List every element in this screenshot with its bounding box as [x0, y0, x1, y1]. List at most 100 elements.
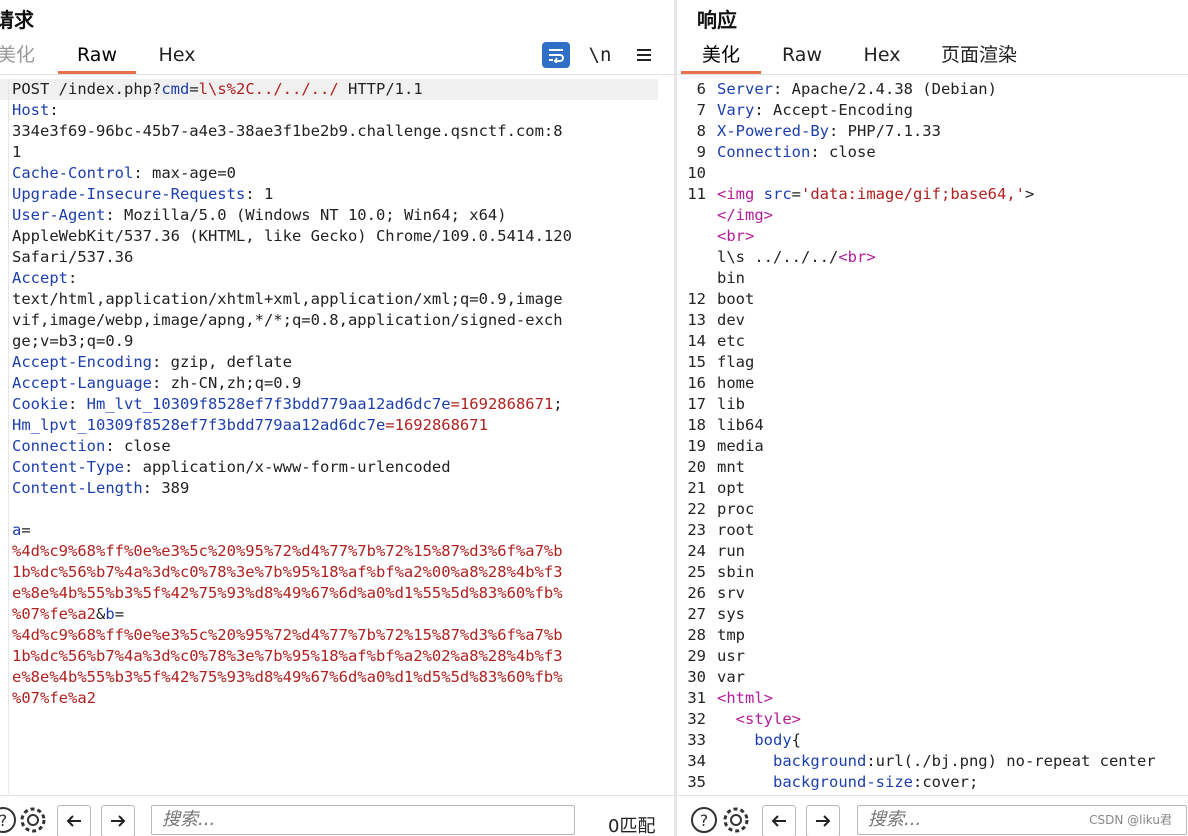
list-item: 22 proc	[677, 499, 1188, 520]
search-prev-button[interactable]	[57, 805, 91, 836]
request-line: POST /index.php?cmd=l\s%2C../../../ HTTP…	[0, 79, 658, 100]
line-number: 18	[687, 416, 706, 434]
tab-raw[interactable]: Raw	[777, 42, 827, 72]
response-tabs: 美化 Raw Hex 页面渲染	[677, 42, 1188, 74]
help-icon[interactable]: ?	[689, 805, 719, 835]
list-item: 21 opt	[677, 478, 1188, 499]
header-line: Accept-Language: zh-CN,zh;q=0.9	[0, 373, 674, 394]
header-name: Vary	[717, 101, 755, 119]
list-item: 12 boot	[677, 289, 1188, 310]
header-value: : gzip, deflate	[151, 353, 292, 371]
menu-button[interactable]	[630, 42, 658, 68]
line-number: 24	[687, 542, 706, 560]
header-value: : PHP/7.1.33	[828, 122, 941, 140]
directory-name: root	[717, 521, 755, 539]
list-item: 17 lib	[677, 394, 1188, 415]
request-search-input[interactable]	[151, 805, 575, 835]
list-item: 28 tmp	[677, 625, 1188, 646]
wrap-lines-button[interactable]	[542, 42, 570, 68]
header-name: Cache-Control	[12, 164, 134, 182]
encoded-bytes: e%8e%4b%55%b3%5f%42%75%93%d8%49%67%6d%a0…	[12, 668, 563, 686]
wrap-icon	[549, 49, 564, 63]
tab-pretty[interactable]: 美化	[681, 42, 761, 74]
list-item: 15 flag	[677, 352, 1188, 373]
tab-render[interactable]: 页面渲染	[939, 42, 1019, 72]
line-number: 34	[687, 752, 706, 770]
html-tag: </img>	[717, 206, 773, 224]
line-number: 35	[687, 773, 706, 791]
body-value-line: %4d%c9%68%ff%0e%e3%5c%20%95%72%d4%77%7b%…	[0, 541, 674, 562]
header-name: Content-Type	[12, 458, 124, 476]
line-number: 27	[687, 605, 706, 623]
arrow-left-icon	[66, 815, 81, 827]
header-line: User-Agent: Mozilla/5.0 (Windows NT 10.0…	[0, 205, 674, 226]
header-value: : 389	[142, 479, 190, 497]
header-value: vif,image/webp,image/apng,*/*;q=0.8,appl…	[12, 311, 563, 329]
header-value: : Accept-Encoding	[754, 101, 913, 119]
editor-gutter	[8, 79, 9, 794]
header-value: : zh-CN,zh;q=0.9	[151, 374, 302, 392]
directory-name: sys	[717, 605, 745, 623]
list-item: 14 etc	[677, 331, 1188, 352]
encoded-bytes: %4d%c9%68%ff%0e%e3%5c%20%95%72%d4%77%7b%…	[12, 542, 563, 560]
header-value: : close	[105, 437, 171, 455]
header-line: Accept-Encoding: gzip, deflate	[0, 352, 674, 373]
watermark: CSDN @liku君	[1089, 813, 1172, 827]
html-tag: <br>	[717, 227, 755, 245]
body-value-line: e%8e%4b%55%b3%5f%42%75%93%d8%49%67%6d%a0…	[0, 583, 674, 604]
response-editor[interactable]: 6 Server: Apache/2.4.38 (Debian) 7 Vary: Ac…	[677, 79, 1188, 794]
continuation-content: bin	[717, 268, 745, 289]
line-number-empty	[677, 205, 717, 226]
header-name: Server	[717, 80, 773, 98]
header-value: : close	[810, 143, 876, 161]
show-newlines-button[interactable]: \n	[586, 42, 614, 68]
header-line: Upgrade-Insecure-Requests: 1	[0, 184, 674, 205]
response-pane: 响应 美化 Raw Hex 页面渲染 6 Server: Apache/2.4.3…	[677, 0, 1188, 836]
line-number: 19	[687, 437, 706, 455]
request-tab-divider	[0, 74, 674, 75]
tab-raw[interactable]: Raw	[58, 42, 136, 74]
response-header-line: 6 Server: Apache/2.4.38 (Debian)	[677, 79, 1188, 100]
header-value: 1	[12, 143, 22, 161]
directory-name: opt	[717, 479, 745, 497]
line-number: 31	[687, 689, 706, 707]
body-param-a: a=	[12, 521, 31, 539]
search-next-button[interactable]	[806, 805, 840, 836]
directory-name: flag	[717, 353, 755, 371]
request-editor[interactable]: POST /index.php?cmd=l\s%2C../../../ HTTP…	[0, 79, 674, 794]
header-value: Safari/537.36	[12, 248, 134, 266]
line-number: 16	[687, 374, 706, 392]
header-value: : 1	[245, 185, 274, 203]
line-number: 10	[687, 164, 706, 182]
html-source-line: 31 <html>	[677, 688, 1188, 709]
list-item: 13 dev	[677, 310, 1188, 331]
search-prev-button[interactable]	[762, 805, 796, 836]
request-pane: 请求 美化 Raw Hex \n POST /index.php?cmd=l\s…	[0, 0, 674, 836]
settings-gear-icon[interactable]	[18, 805, 48, 835]
response-header-content: Vary: Accept-Encoding	[717, 100, 913, 121]
response-html-lines: 31 <html> 32 <style> 33 body{34 background:…	[677, 688, 1188, 793]
list-item: 26 srv	[677, 583, 1188, 604]
body-value-line: %4d%c9%68%ff%0e%e3%5c%20%95%72%d4%77%7b%…	[0, 625, 674, 646]
tab-hex[interactable]: Hex	[150, 42, 204, 72]
header-value: : Apache/2.4.38 (Debian)	[773, 80, 997, 98]
cookie-line-2: Hm_lpvt_10309f8528ef7f3bdd779aa12ad6dc7e…	[12, 416, 488, 434]
response-header-line: 9 Connection: close	[677, 142, 1188, 163]
arrow-left-icon	[771, 815, 786, 827]
search-next-button[interactable]	[101, 805, 135, 836]
header-value: :	[68, 269, 78, 287]
tab-hex[interactable]: Hex	[857, 42, 907, 72]
html-source-content: <style>	[717, 709, 801, 730]
header-line: Safari/537.36	[0, 247, 674, 268]
settings-gear-icon[interactable]	[721, 805, 751, 835]
line-number: 26	[687, 584, 706, 602]
tab-pretty[interactable]: 美化	[0, 42, 38, 72]
body-param-b: %07%fe%a2&b=	[12, 605, 125, 623]
directory-name: dev	[717, 311, 745, 329]
html-source-content: background-size:cover;	[717, 772, 978, 793]
html-source-content: background:url(./bj.png) no-repeat cente…	[717, 751, 1156, 772]
html-source-line: 35 background-size:cover;	[677, 772, 1188, 793]
help-icon[interactable]: ?	[0, 805, 18, 835]
svg-text:?: ?	[700, 811, 709, 830]
